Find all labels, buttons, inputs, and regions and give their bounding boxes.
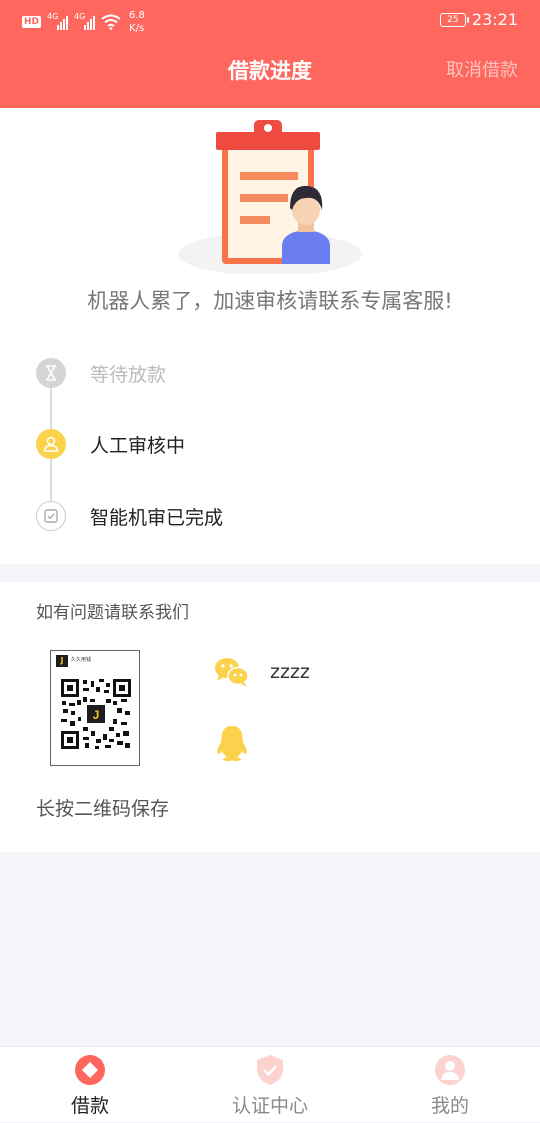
contact-card: 如有问题请联系我们 J 久久用钱 J zzzz 长按二维码保存 xyxy=(0,582,540,852)
step-label-auto-review: 智能机审已完成 xyxy=(90,506,224,529)
cancel-loan-button[interactable]: 取消借款 xyxy=(446,54,518,88)
nav-label-mine: 我的 xyxy=(430,1095,469,1117)
signal-type-label: 4G xyxy=(47,12,59,21)
timeline-step-waiting: 等待放款 xyxy=(36,357,166,389)
timeline-step-auto-review: 智能机审已完成 xyxy=(36,500,223,532)
shield-icon xyxy=(257,1055,283,1085)
wechat-icon xyxy=(215,658,249,687)
speed-up-notice: 机器人累了，加速审核请联系专属客服! xyxy=(87,289,453,313)
net-speed-unit: K/s xyxy=(129,23,145,34)
wechat-id: zzzz xyxy=(270,661,310,683)
step-label-manual-review: 人工审核中 xyxy=(90,434,186,457)
signal-icon-2: 4G xyxy=(74,12,96,30)
svg-text:J: J xyxy=(93,708,100,722)
loan-icon xyxy=(75,1055,105,1085)
nav-label-loan: 借款 xyxy=(70,1095,109,1117)
status-right: 25 23:21 xyxy=(439,10,518,29)
status-left: HD 4G 4G 6.8 K/s xyxy=(22,8,145,36)
hd-badge: HD xyxy=(22,16,42,28)
contact-title: 如有问题请联系我们 xyxy=(36,603,189,623)
nav-item-auth-center[interactable]: 认证中心 xyxy=(180,1047,360,1123)
qr-code-image[interactable]: J 久久用钱 J xyxy=(50,650,140,766)
person-icon xyxy=(36,429,66,459)
clock: 23:21 xyxy=(471,10,518,29)
profile-icon xyxy=(435,1055,465,1085)
nav-label-auth-center: 认证中心 xyxy=(231,1095,308,1117)
status-bar: HD 4G 4G 6.8 K/s 25 23:21 xyxy=(0,0,540,42)
net-speed: 6.8 K/s xyxy=(129,9,145,35)
nav-item-loan[interactable]: 借款 xyxy=(0,1047,180,1123)
wechat-contact[interactable]: zzzz xyxy=(214,656,310,688)
bottom-nav: 借款 认证中心 我的 xyxy=(0,1046,540,1122)
nav-item-mine[interactable]: 我的 xyxy=(360,1047,540,1123)
save-qr-hint: 长按二维码保存 xyxy=(36,798,170,820)
qr-logo: J xyxy=(56,655,68,667)
signal-icon: 4G xyxy=(47,12,69,30)
net-speed-value: 6.8 xyxy=(129,10,145,21)
wifi-icon xyxy=(101,14,121,30)
progress-card: 机器人累了，加速审核请联系专属客服! 等待放款 人工审核中 智能机审已完成 xyxy=(0,108,540,564)
battery-icon: 25 xyxy=(439,12,469,27)
app-header: HD 4G 4G 6.8 K/s 25 23:21 借款进度 取消借款 xyxy=(0,0,540,108)
hourglass-icon xyxy=(36,358,66,388)
qq-icon xyxy=(217,726,247,761)
qr-code-icon: J xyxy=(61,679,131,749)
signal-type-label-2: 4G xyxy=(74,12,86,21)
check-icon xyxy=(36,501,66,531)
qr-caption: 久久用钱 xyxy=(71,657,92,663)
review-illustration xyxy=(178,120,362,274)
step-label-waiting: 等待放款 xyxy=(90,363,167,386)
qq-contact[interactable] xyxy=(214,724,250,766)
timeline-step-manual-review: 人工审核中 xyxy=(36,428,185,460)
